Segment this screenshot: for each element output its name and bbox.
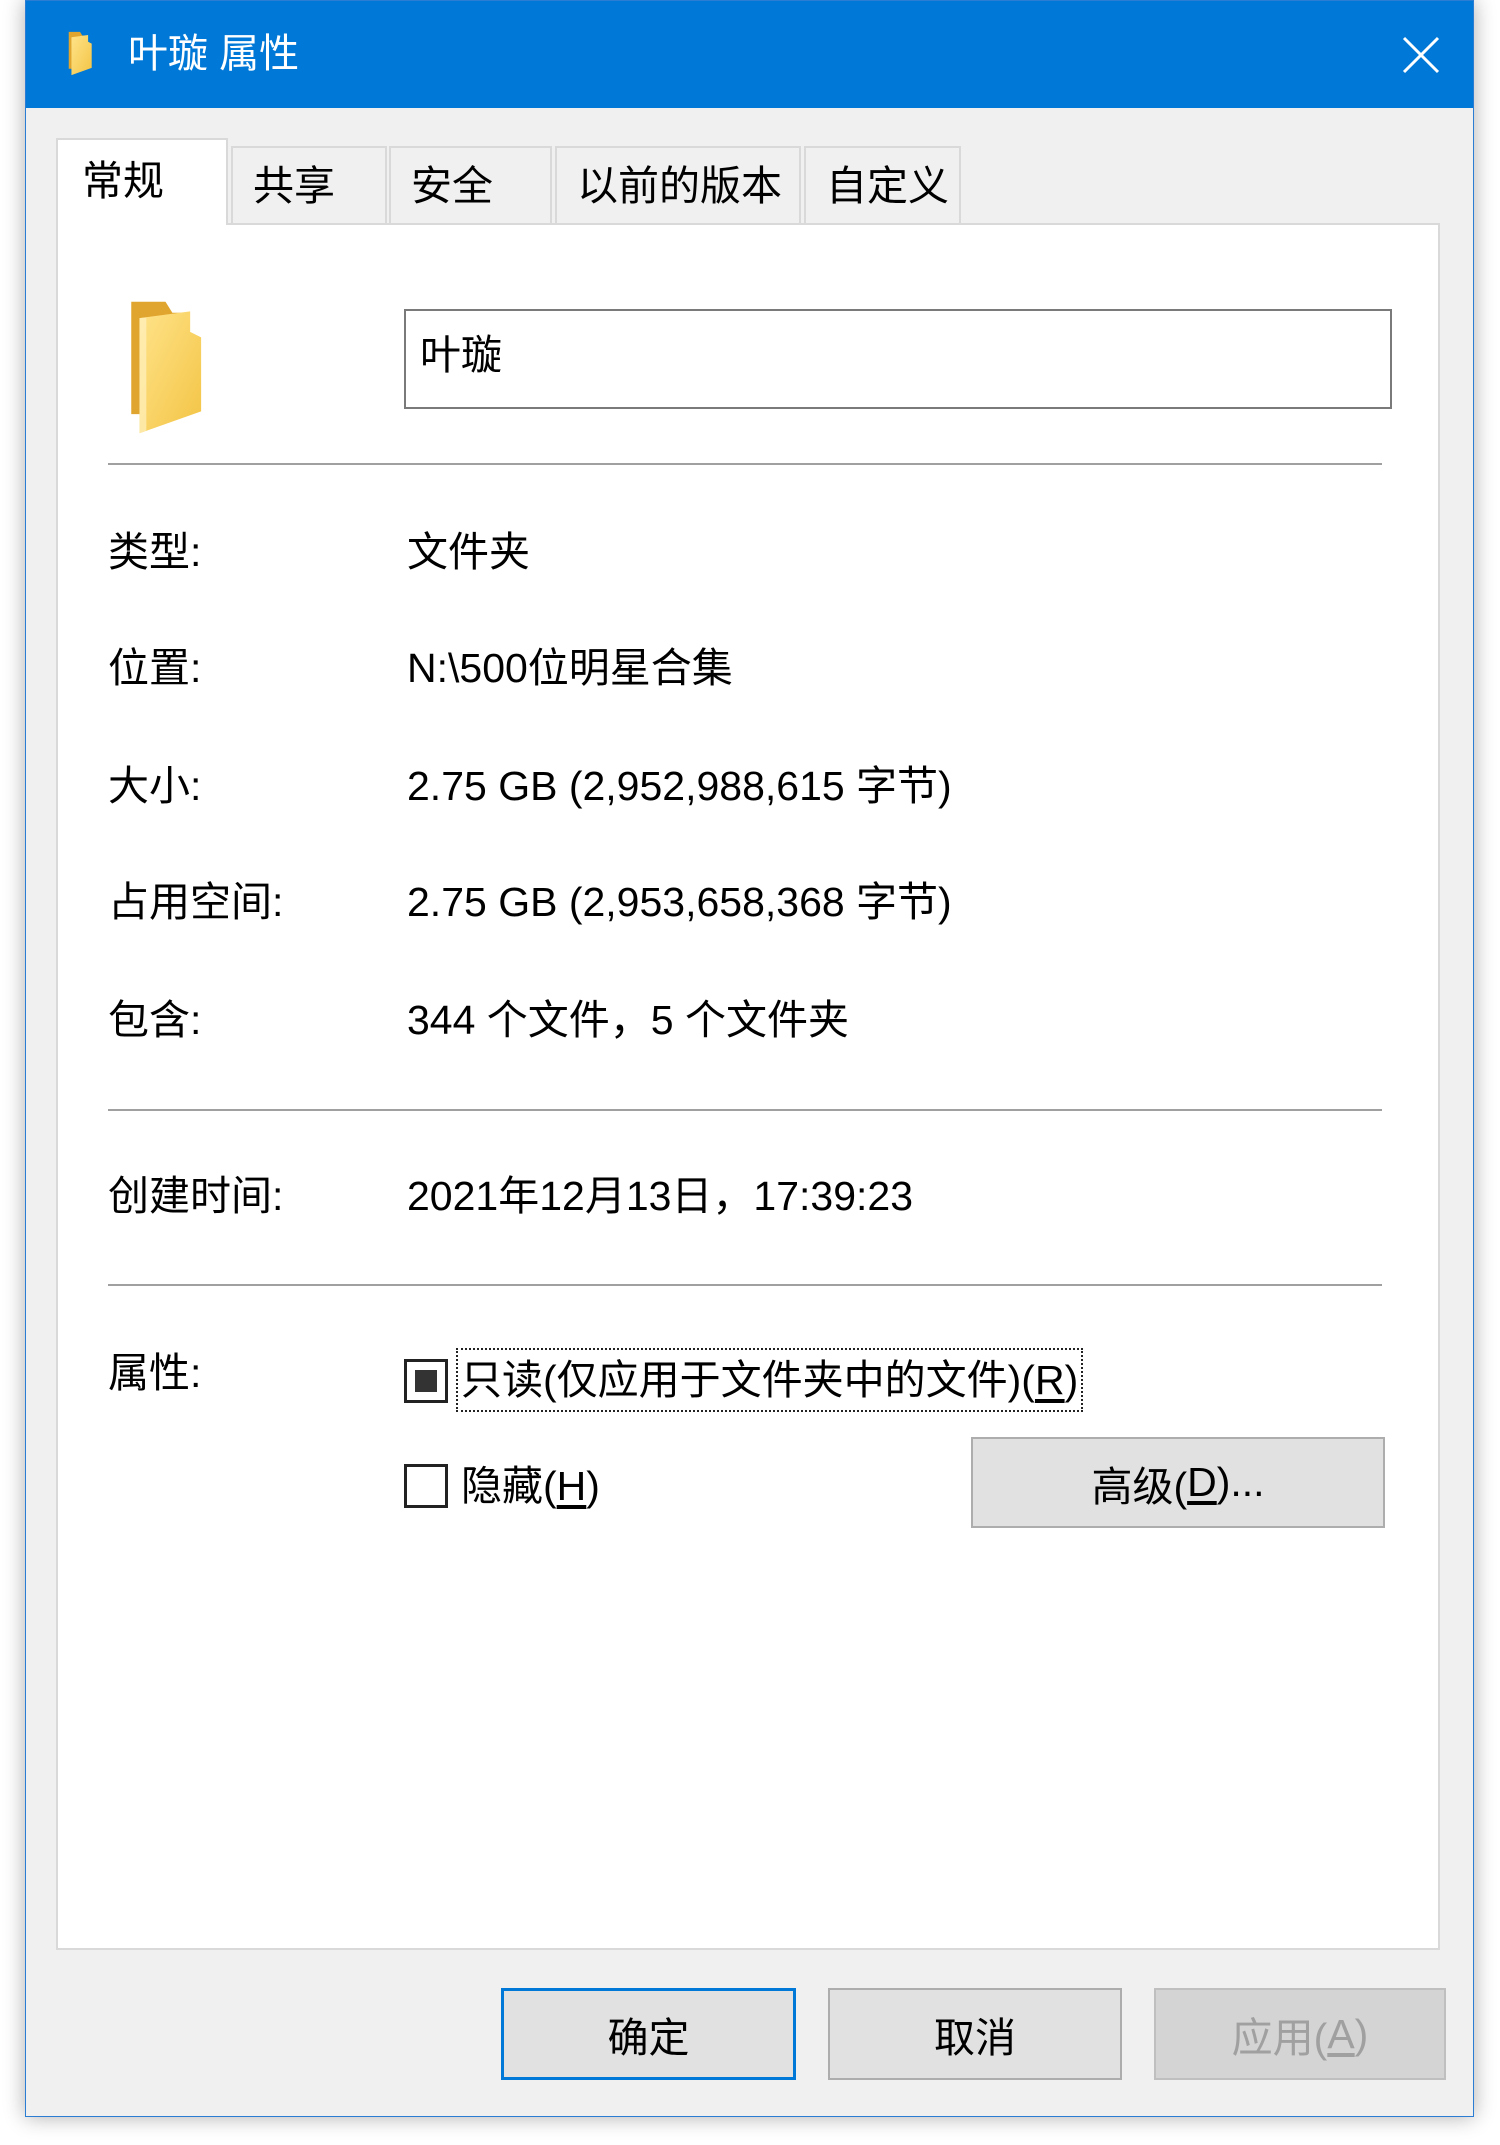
divider bbox=[108, 1109, 1382, 1111]
window-title: 叶璇 属性 bbox=[128, 32, 300, 76]
type-label: 类型: bbox=[108, 529, 202, 575]
read-only-label-text: 只读(仅应用于文件夹中的文件)( bbox=[461, 1357, 1035, 1403]
tab-previous-versions[interactable]: 以前的版本 bbox=[555, 146, 801, 224]
size-on-disk-value: 2.75 GB (2,953,658,368 字节) bbox=[407, 879, 952, 925]
detail-row-type: 类型: 文件夹 bbox=[108, 527, 1388, 577]
advanced-access-key: D bbox=[1187, 1459, 1217, 1505]
location-label: 位置: bbox=[108, 645, 202, 691]
properties-dialog: 叶璇 属性 常规 共享 安全 以前的版本 自定义 叶璇 类型: 文件夹 位置: … bbox=[25, 0, 1474, 2117]
size-label: 大小: bbox=[108, 763, 202, 809]
folder-icon bbox=[127, 299, 204, 436]
folder-icon bbox=[63, 31, 97, 76]
detail-row-location: 位置: N:\500位明星合集 bbox=[108, 643, 1388, 693]
hidden-checkbox[interactable] bbox=[404, 1464, 448, 1508]
title-bar[interactable]: 叶璇 属性 bbox=[26, 1, 1473, 108]
detail-row-size-on-disk: 占用空间: 2.75 GB (2,953,658,368 字节) bbox=[108, 877, 1388, 927]
ok-button[interactable]: 确定 bbox=[501, 1988, 796, 2080]
apply-button[interactable]: 应用(A) bbox=[1154, 1988, 1446, 2080]
read-only-label-suffix: ) bbox=[1064, 1357, 1079, 1403]
detail-row-contains: 包含: 344 个文件，5 个文件夹 bbox=[108, 995, 1388, 1045]
detail-row-created: 创建时间: 2021年12月13日，17:39:23 bbox=[108, 1171, 1388, 1221]
read-only-checkbox[interactable] bbox=[404, 1359, 448, 1403]
hidden-label[interactable]: 隐藏(H) bbox=[461, 1461, 600, 1511]
advanced-button-label: 高级( bbox=[1091, 1463, 1188, 1510]
attributes-label: 属性: bbox=[108, 1350, 202, 1396]
apply-button-label: 应用( bbox=[1231, 2015, 1328, 2061]
read-only-access-key: R bbox=[1034, 1357, 1065, 1403]
tab-security[interactable]: 安全 bbox=[389, 146, 552, 224]
apply-button-suffix: ) bbox=[1354, 2010, 1369, 2057]
tab-security-label: 安全 bbox=[411, 163, 493, 209]
advanced-button[interactable]: 高级(D)... bbox=[971, 1437, 1385, 1528]
cancel-button[interactable]: 取消 bbox=[828, 1988, 1122, 2080]
ok-button-label: 确定 bbox=[607, 2015, 690, 2061]
type-value: 文件夹 bbox=[407, 529, 530, 575]
size-on-disk-label: 占用空间: bbox=[108, 879, 284, 925]
detail-row-size: 大小: 2.75 GB (2,952,988,615 字节) bbox=[108, 761, 1388, 811]
divider bbox=[108, 463, 1382, 465]
close-button[interactable] bbox=[1375, 1, 1467, 108]
hidden-label-suffix: ) bbox=[586, 1463, 600, 1509]
contains-value: 344 个文件，5 个文件夹 bbox=[407, 997, 849, 1043]
tab-sharing[interactable]: 共享 bbox=[231, 146, 387, 224]
created-label: 创建时间: bbox=[108, 1173, 284, 1219]
apply-access-key: A bbox=[1327, 2010, 1355, 2057]
location-value: N:\500位明星合集 bbox=[407, 645, 733, 691]
read-only-label[interactable]: 只读(仅应用于文件夹中的文件)(R) bbox=[456, 1348, 1084, 1412]
tab-panel-general: 类型: 文件夹 位置: N:\500位明星合集 大小: 2.75 GB (2,9… bbox=[56, 223, 1440, 1950]
size-value: 2.75 GB (2,952,988,615 字节) bbox=[407, 763, 952, 809]
advanced-button-suffix: )... bbox=[1216, 1459, 1265, 1505]
tab-general-label: 常规 bbox=[82, 158, 164, 204]
tab-customize-label: 自定义 bbox=[826, 163, 949, 209]
tab-general[interactable]: 常规 bbox=[56, 138, 228, 225]
hidden-label-text: 隐藏( bbox=[461, 1463, 557, 1509]
folder-name-input[interactable] bbox=[404, 309, 1392, 409]
close-icon bbox=[1402, 36, 1440, 73]
divider bbox=[108, 1284, 1382, 1286]
tab-customize[interactable]: 自定义 bbox=[804, 146, 961, 224]
hidden-access-key: H bbox=[556, 1463, 587, 1509]
tab-previous-versions-label: 以前的版本 bbox=[577, 163, 782, 209]
created-value: 2021年12月13日，17:39:23 bbox=[407, 1173, 914, 1219]
cancel-button-label: 取消 bbox=[934, 2015, 1016, 2061]
contains-label: 包含: bbox=[108, 997, 202, 1043]
tab-sharing-label: 共享 bbox=[253, 163, 335, 209]
